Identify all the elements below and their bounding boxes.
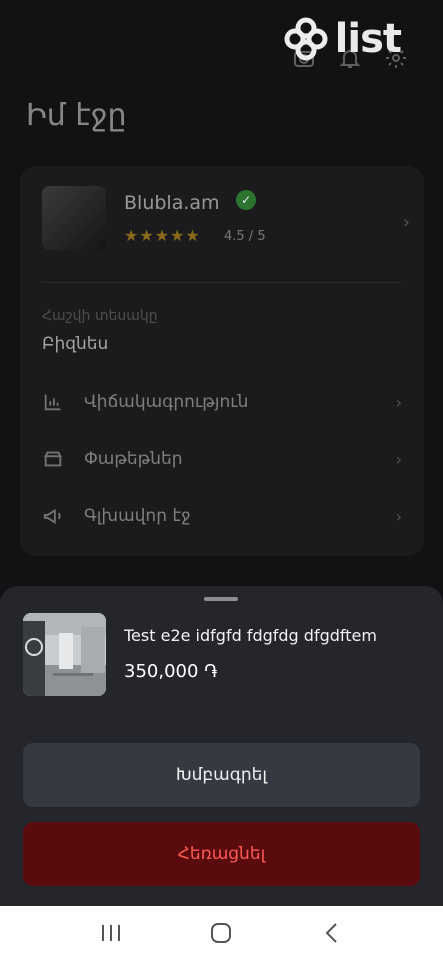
package-icon	[44, 451, 62, 467]
home-icon[interactable]	[201, 913, 241, 953]
logo-icon	[284, 17, 328, 61]
brand-logo: list	[283, 16, 402, 62]
chevron-right-icon[interactable]: ›	[403, 212, 410, 233]
account-type-label: Հաշվի տեսակը	[42, 308, 158, 324]
system-navigation-bar	[0, 906, 443, 960]
verified-icon: ✓	[236, 190, 256, 210]
chevron-right-icon: ›	[395, 392, 402, 412]
product-title: Test e2e idfgfd fdgfdg dfgdftem	[124, 626, 377, 645]
menu-item-label: Փաթեթներ	[84, 449, 183, 469]
menu-item-homepage[interactable]: Գլխավոր էջ ›	[42, 496, 402, 536]
chevron-right-icon: ›	[395, 449, 402, 469]
product-price: 350,000 ֏	[124, 661, 218, 682]
menu-item-statistics[interactable]: Վիճակագրություն ›	[42, 382, 402, 422]
profile-card: Blubla.am ✓ ★★★★★ 4.5 / 5 › Հաշվի տեսակը…	[20, 166, 424, 556]
bottom-sheet: Test e2e idfgfd fdgfdg dfgdftem 350,000 …	[0, 586, 443, 906]
menu-item-packages[interactable]: Փաթեթներ ›	[42, 439, 402, 479]
product-thumbnail	[23, 613, 106, 696]
sheet-drag-handle[interactable]	[204, 597, 238, 601]
page-title: Իմ էջը	[26, 98, 127, 133]
menu-item-label: Գլխավոր էջ	[84, 506, 191, 526]
rating-stars: ★★★★★	[124, 226, 201, 245]
brand-text: list	[334, 16, 402, 62]
back-icon[interactable]	[312, 913, 352, 953]
delete-button[interactable]: Հեռացնել	[23, 822, 420, 886]
shop-name: Blubla.am	[124, 192, 220, 214]
recents-icon[interactable]	[91, 913, 131, 953]
shop-avatar	[42, 186, 106, 250]
menu-item-label: Վիճակագրություն	[84, 392, 249, 412]
rating-text: 4.5 / 5	[224, 229, 266, 244]
chevron-right-icon: ›	[395, 506, 402, 526]
divider	[42, 282, 402, 283]
chart-icon	[44, 394, 61, 411]
edit-button[interactable]: Խմբագրել	[23, 743, 420, 807]
megaphone-icon	[43, 508, 61, 525]
account-type-value: Բիզնես	[42, 334, 109, 354]
